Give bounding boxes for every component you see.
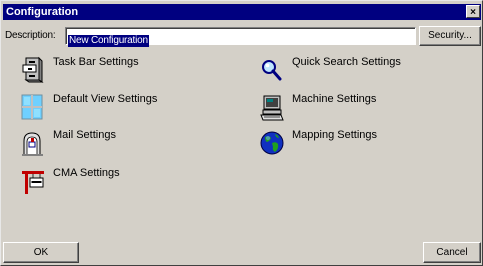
- security-button[interactable]: Security...: [419, 26, 481, 46]
- machine-settings-label: Machine Settings: [292, 93, 377, 105]
- task-bar-settings-label: Task Bar Settings: [53, 56, 139, 68]
- task-bar-settings-item[interactable]: Task Bar Settings: [21, 56, 201, 90]
- mailbox-icon: [22, 132, 43, 156]
- default-view-settings-label: Default View Settings: [53, 93, 158, 105]
- cma-settings-item[interactable]: CMA Settings: [21, 167, 201, 201]
- mapping-settings-label: Mapping Settings: [292, 129, 377, 141]
- cma-settings-label: CMA Settings: [53, 167, 120, 179]
- ok-button[interactable]: OK: [3, 242, 79, 263]
- window-title: Configuration: [6, 6, 79, 18]
- cancel-button[interactable]: Cancel: [423, 242, 481, 263]
- configuration-dialog: Configuration × Description: New Configu…: [0, 0, 483, 266]
- mail-settings-item[interactable]: Mail Settings: [21, 129, 201, 163]
- mail-settings-label: Mail Settings: [53, 129, 116, 141]
- default-view-settings-item[interactable]: Default View Settings: [21, 93, 201, 127]
- filing-cabinet-icon: [22, 56, 44, 83]
- description-label: Description:: [5, 30, 56, 41]
- cma-sign-icon: [22, 171, 44, 194]
- close-button[interactable]: ×: [466, 5, 480, 18]
- description-value: New Configuration: [68, 35, 149, 47]
- mapping-settings-item[interactable]: Mapping Settings: [260, 129, 460, 163]
- description-input[interactable]: New Configuration: [65, 27, 416, 47]
- window-panes-icon: [21, 94, 43, 120]
- quick-search-settings-item[interactable]: Quick Search Settings: [260, 56, 460, 90]
- magnifier-icon: [262, 60, 282, 81]
- title-bar: Configuration ×: [3, 4, 481, 20]
- quick-search-settings-label: Quick Search Settings: [292, 56, 401, 68]
- machine-settings-item[interactable]: Machine Settings: [260, 93, 460, 127]
- computer-icon: [260, 95, 284, 121]
- globe-icon: [260, 131, 284, 155]
